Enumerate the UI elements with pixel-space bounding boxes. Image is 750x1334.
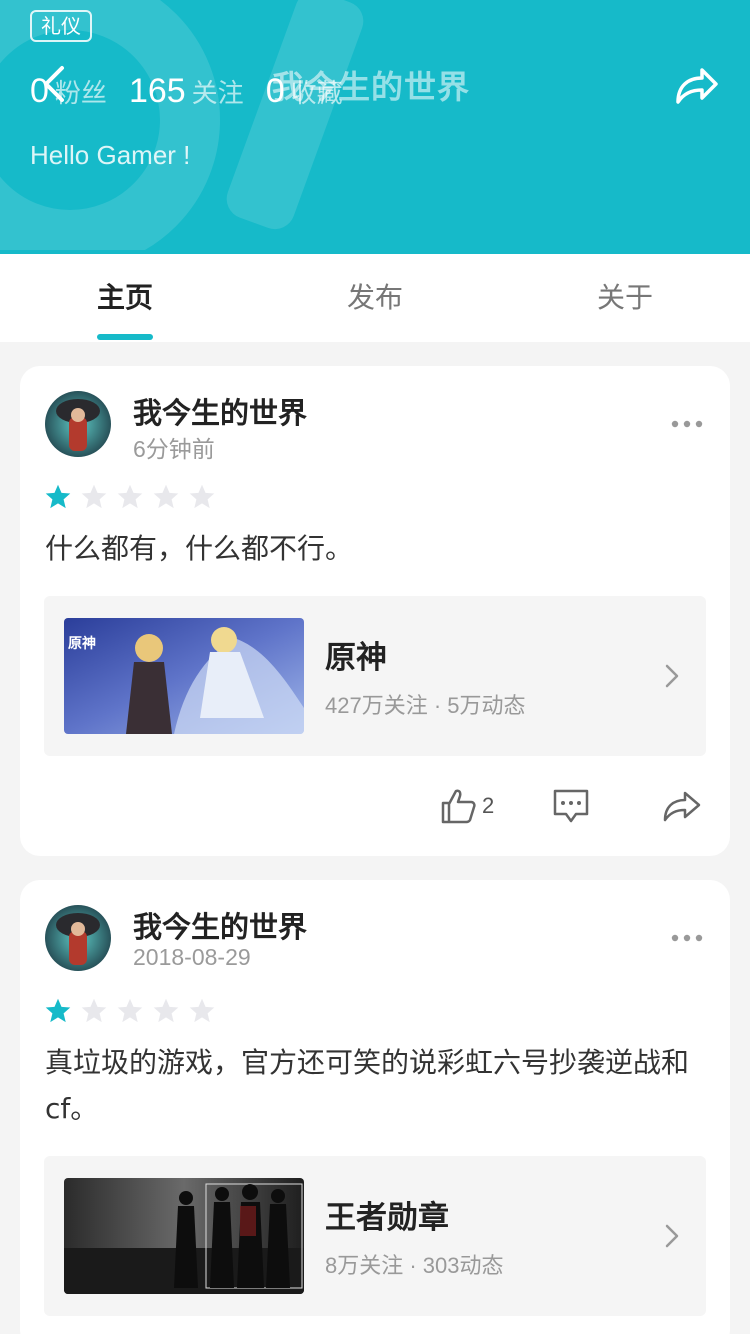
more-options-icon[interactable] <box>670 931 704 945</box>
chevron-right-icon[interactable] <box>664 662 680 690</box>
post-text[interactable]: 什么都有，什么都不行。 <box>45 526 705 572</box>
game-thumbnail[interactable] <box>64 1178 304 1294</box>
star-rating <box>44 483 224 511</box>
star-filled-icon <box>45 998 71 1023</box>
game-name[interactable]: 王者勋章 <box>325 1192 449 1237</box>
like-button[interactable]: 2 <box>440 784 510 828</box>
like-count: 2 <box>482 793 495 818</box>
tab-about[interactable]: 关于 <box>500 254 750 342</box>
star-empty-icon <box>81 998 107 1023</box>
post-author[interactable]: 我今生的世界 <box>133 390 307 432</box>
star-empty-icon <box>117 484 143 509</box>
following-label[interactable]: 关注 <box>192 73 244 110</box>
profile-tabs: 主页 发布 关于 <box>0 254 750 342</box>
star-empty-icon <box>189 998 215 1023</box>
share-icon[interactable] <box>662 788 702 824</box>
post-actions: 2 <box>20 784 730 828</box>
more-options-icon[interactable] <box>670 417 704 431</box>
star-empty-icon <box>153 998 179 1023</box>
svg-text:原神: 原神 <box>68 635 96 652</box>
identity-badge: 礼仪 <box>30 10 92 42</box>
game-name[interactable]: 原神 <box>325 632 387 677</box>
post-author[interactable]: 我今生的世界 <box>133 904 307 946</box>
post-card[interactable]: 我今生的世界 6分钟前 什么都有，什么都不行。 原神 原神 427万关注 · 5… <box>20 366 730 856</box>
favorites-label[interactable]: 收藏 <box>291 73 343 110</box>
game-meta: 8万关注 · 303动态 <box>325 1253 504 1278</box>
profile-bio: Hello Gamer ! <box>30 140 191 170</box>
tab-posts[interactable]: 发布 <box>250 254 500 342</box>
comment-icon[interactable] <box>552 788 590 824</box>
active-tab-indicator <box>97 334 153 340</box>
game-meta: 427万关注 · 5万动态 <box>325 693 526 718</box>
star-rating <box>44 997 224 1025</box>
star-empty-icon <box>81 484 107 509</box>
game-card[interactable]: 原神 原神 427万关注 · 5万动态 <box>44 596 706 756</box>
star-empty-icon <box>117 998 143 1023</box>
star-empty-icon <box>153 484 179 509</box>
post-time: 2018-08-29 <box>133 944 251 970</box>
game-card[interactable]: 王者勋章 8万关注 · 303动态 <box>44 1156 706 1316</box>
thumbs-up-icon <box>441 789 476 824</box>
star-filled-icon <box>45 484 71 509</box>
following-count[interactable]: 165 <box>129 72 186 111</box>
post-text[interactable]: 真垃圾的游戏，官方还可笑的说彩虹六号抄袭逆战和cf。 <box>45 1040 705 1132</box>
profile-stats: 0 粉丝 165 关注 0 收藏 <box>30 72 365 116</box>
favorites-count[interactable]: 0 <box>266 72 285 111</box>
tab-home[interactable]: 主页 <box>0 254 250 342</box>
star-empty-icon <box>189 484 215 509</box>
post-card[interactable]: 我今生的世界 2018-08-29 真垃圾的游戏，官方还可笑的说彩虹六号抄袭逆战… <box>20 880 730 1334</box>
game-thumbnail[interactable]: 原神 <box>64 618 304 734</box>
avatar[interactable] <box>45 905 111 971</box>
profile-header: 礼仪 我今生的世界 0 粉丝 165 关注 0 收藏 Hello Gamer ! <box>0 0 750 254</box>
chevron-right-icon[interactable] <box>664 1222 680 1250</box>
share-icon[interactable] <box>670 62 720 108</box>
avatar[interactable] <box>45 391 111 457</box>
post-time: 6分钟前 <box>133 436 215 462</box>
back-arrow-icon[interactable] <box>36 62 76 106</box>
